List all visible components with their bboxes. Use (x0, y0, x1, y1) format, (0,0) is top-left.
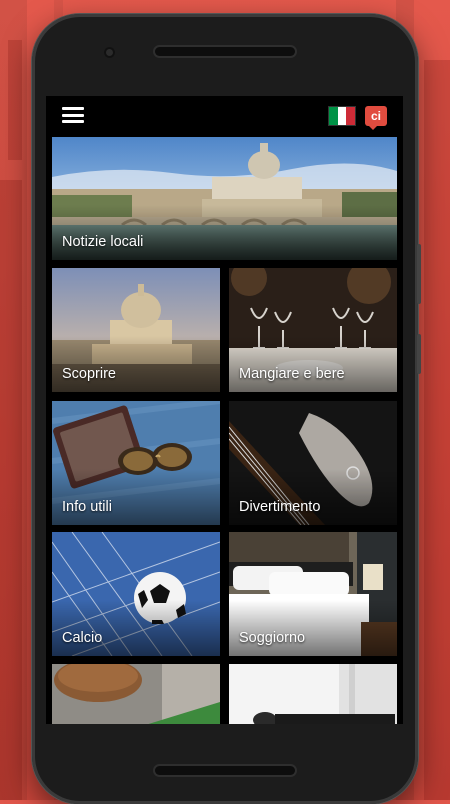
tile-mangiare-e-bere[interactable]: Mangiare e bere (229, 268, 397, 392)
tile-calcio[interactable]: Calcio (52, 532, 220, 656)
tile-soggiorno[interactable]: Soggiorno (229, 532, 397, 656)
app-header: ci (46, 96, 403, 134)
tile-partial-left[interactable] (52, 664, 220, 724)
tile-divertimento[interactable]: Divertimento (229, 401, 397, 525)
tile-partial-right[interactable] (229, 664, 397, 724)
tile-label: Soggiorno (239, 630, 306, 646)
tile-label: Scoprire (62, 366, 116, 382)
earpiece-speaker (155, 47, 295, 56)
microphone-image (229, 664, 397, 724)
volume-button (417, 244, 421, 304)
cutting-board-image (52, 664, 220, 724)
tile-label: Mangiare e bere (239, 366, 345, 382)
hamburger-menu-icon[interactable] (62, 107, 84, 123)
app-logo[interactable]: ci (365, 106, 387, 130)
front-camera (104, 47, 115, 58)
tile-label: Calcio (62, 630, 103, 646)
bottom-speaker (155, 766, 295, 775)
tile-notizie-locali[interactable]: Notizie locali (52, 137, 397, 260)
power-button (417, 334, 421, 374)
tile-scoprire[interactable]: Scoprire (52, 268, 220, 392)
app-screen: ci Notizie locali Scoprire Mangiare e be… (46, 96, 403, 724)
tile-label: Notizie locali (62, 234, 144, 250)
tile-label: Divertimento (239, 499, 321, 515)
tile-label: Info utili (62, 499, 112, 515)
italy-flag-icon[interactable] (329, 107, 356, 125)
tile-info-utili[interactable]: Info utili (52, 401, 220, 525)
